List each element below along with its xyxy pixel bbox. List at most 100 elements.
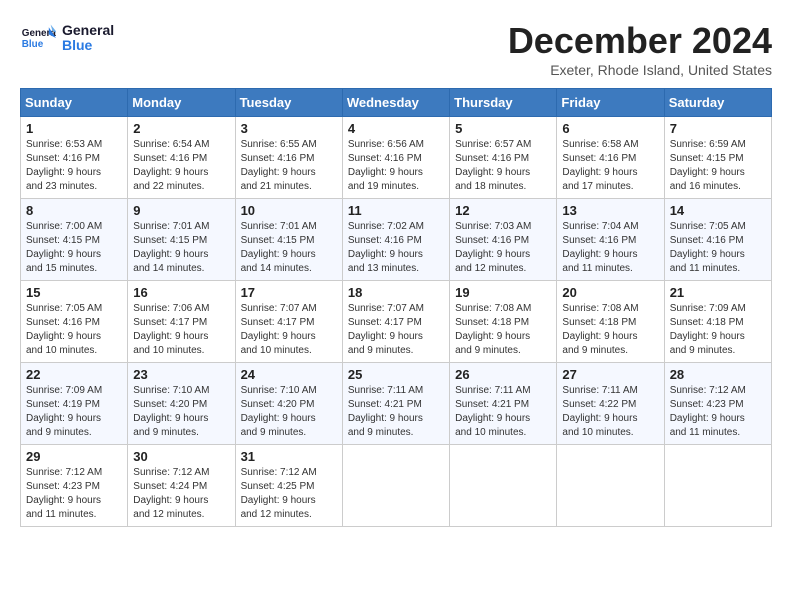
day-cell: 26 Sunrise: 7:11 AM Sunset: 4:21 PM Dayli…	[450, 363, 557, 445]
day-cell: 23Sunrise: 7:10 AM Sunset: 4:20 PM Dayli…	[128, 363, 235, 445]
day-info: Sunrise: 7:05 AM Sunset: 4:16 PM Dayligh…	[670, 220, 766, 276]
week-row-1: 1 Sunrise: 6:53 AM Sunset: 4:16 PM Daylig…	[21, 117, 772, 199]
calendar-body: 1 Sunrise: 6:53 AM Sunset: 4:16 PM Daylig…	[21, 117, 772, 527]
day-cell: 19 Sunrise: 7:08 AM Sunset: 4:18 PM Dayli…	[450, 281, 557, 363]
day-cell: 24 Sunrise: 7:10 AM Sunset: 4:20 PM Dayli…	[235, 363, 342, 445]
day-info: Sunrise: 7:12 AM Sunset: 4:23 PM Dayligh…	[670, 384, 766, 440]
day-cell: 20Sunrise: 7:08 AM Sunset: 4:18 PM Dayli…	[557, 281, 664, 363]
day-info: Sunrise: 7:10 AM Sunset: 4:20 PM Dayligh…	[241, 384, 337, 440]
day-info: Sunrise: 7:04 AM Sunset: 4:16 PM Dayligh…	[562, 220, 658, 276]
day-number: 18	[348, 285, 444, 300]
day-info: Sunrise: 7:09 AM Sunset: 4:18 PM Dayligh…	[670, 302, 766, 358]
day-info: Sunrise: 6:54 AM Sunset: 4:16 PM Dayligh…	[133, 138, 229, 194]
day-info: Sunrise: 7:03 AM Sunset: 4:16 PM Dayligh…	[455, 220, 551, 276]
day-number: 3	[241, 121, 337, 136]
day-cell: 5 Sunrise: 6:57 AM Sunset: 4:16 PM Daylig…	[450, 117, 557, 199]
day-cell: 12 Sunrise: 7:03 AM Sunset: 4:16 PM Dayli…	[450, 199, 557, 281]
day-cell	[342, 445, 449, 527]
day-number: 2	[133, 121, 229, 136]
logo-icon: General Blue	[20, 20, 56, 56]
header-row: SundayMondayTuesdayWednesdayThursdayFrid…	[21, 89, 772, 117]
day-number: 7	[670, 121, 766, 136]
day-cell: 3Sunrise: 6:55 AM Sunset: 4:16 PM Daylig…	[235, 117, 342, 199]
day-cell: 29 Sunrise: 7:12 AM Sunset: 4:23 PM Dayli…	[21, 445, 128, 527]
day-number: 4	[348, 121, 444, 136]
day-cell: 10 Sunrise: 7:01 AM Sunset: 4:15 PM Dayli…	[235, 199, 342, 281]
day-number: 9	[133, 203, 229, 218]
day-cell: 7Sunrise: 6:59 AM Sunset: 4:15 PM Daylig…	[664, 117, 771, 199]
day-info: Sunrise: 7:01 AM Sunset: 4:15 PM Dayligh…	[133, 220, 229, 276]
day-cell: 13Sunrise: 7:04 AM Sunset: 4:16 PM Dayli…	[557, 199, 664, 281]
day-info: Sunrise: 7:12 AM Sunset: 4:25 PM Dayligh…	[241, 466, 337, 522]
day-cell: 25 Sunrise: 7:11 AM Sunset: 4:21 PM Dayli…	[342, 363, 449, 445]
day-cell: 18Sunrise: 7:07 AM Sunset: 4:17 PM Dayli…	[342, 281, 449, 363]
logo-line1: General	[62, 23, 114, 38]
week-row-4: 22 Sunrise: 7:09 AM Sunset: 4:19 PM Dayli…	[21, 363, 772, 445]
day-info: Sunrise: 7:11 AM Sunset: 4:21 PM Dayligh…	[455, 384, 551, 440]
day-cell: 8 Sunrise: 7:00 AM Sunset: 4:15 PM Daylig…	[21, 199, 128, 281]
day-number: 29	[26, 449, 122, 464]
day-number: 16	[133, 285, 229, 300]
week-row-3: 15 Sunrise: 7:05 AM Sunset: 4:16 PM Dayli…	[21, 281, 772, 363]
header-cell-monday: Monday	[128, 89, 235, 117]
day-cell: 14Sunrise: 7:05 AM Sunset: 4:16 PM Dayli…	[664, 199, 771, 281]
day-info: Sunrise: 7:08 AM Sunset: 4:18 PM Dayligh…	[562, 302, 658, 358]
svg-text:Blue: Blue	[22, 39, 44, 50]
logo: General Blue General Blue	[20, 20, 114, 56]
day-info: Sunrise: 6:57 AM Sunset: 4:16 PM Dayligh…	[455, 138, 551, 194]
day-number: 31	[241, 449, 337, 464]
header-cell-wednesday: Wednesday	[342, 89, 449, 117]
day-number: 11	[348, 203, 444, 218]
day-number: 27	[562, 367, 658, 382]
day-info: Sunrise: 7:05 AM Sunset: 4:16 PM Dayligh…	[26, 302, 122, 358]
day-info: Sunrise: 6:58 AM Sunset: 4:16 PM Dayligh…	[562, 138, 658, 194]
day-cell: 6Sunrise: 6:58 AM Sunset: 4:16 PM Daylig…	[557, 117, 664, 199]
day-info: Sunrise: 7:00 AM Sunset: 4:15 PM Dayligh…	[26, 220, 122, 276]
day-number: 25	[348, 367, 444, 382]
day-info: Sunrise: 7:11 AM Sunset: 4:21 PM Dayligh…	[348, 384, 444, 440]
day-number: 24	[241, 367, 337, 382]
day-number: 22	[26, 367, 122, 382]
header-cell-sunday: Sunday	[21, 89, 128, 117]
header-cell-friday: Friday	[557, 89, 664, 117]
page-header: General Blue General Blue December 2024 …	[20, 20, 772, 78]
day-info: Sunrise: 7:02 AM Sunset: 4:16 PM Dayligh…	[348, 220, 444, 276]
header-cell-tuesday: Tuesday	[235, 89, 342, 117]
day-cell: 16Sunrise: 7:06 AM Sunset: 4:17 PM Dayli…	[128, 281, 235, 363]
day-info: Sunrise: 7:08 AM Sunset: 4:18 PM Dayligh…	[455, 302, 551, 358]
day-cell: 22 Sunrise: 7:09 AM Sunset: 4:19 PM Dayli…	[21, 363, 128, 445]
day-cell: 4Sunrise: 6:56 AM Sunset: 4:16 PM Daylig…	[342, 117, 449, 199]
day-number: 1	[26, 121, 122, 136]
header-cell-saturday: Saturday	[664, 89, 771, 117]
day-cell: 11 Sunrise: 7:02 AM Sunset: 4:16 PM Dayli…	[342, 199, 449, 281]
day-number: 10	[241, 203, 337, 218]
title-area: December 2024 Exeter, Rhode Island, Unit…	[508, 20, 772, 78]
calendar-table: SundayMondayTuesdayWednesdayThursdayFrid…	[20, 88, 772, 527]
location-label: Exeter, Rhode Island, United States	[508, 62, 772, 78]
day-info: Sunrise: 7:12 AM Sunset: 4:23 PM Dayligh…	[26, 466, 122, 522]
logo-line2: Blue	[62, 38, 114, 53]
day-cell: 17 Sunrise: 7:07 AM Sunset: 4:17 PM Dayli…	[235, 281, 342, 363]
day-info: Sunrise: 6:53 AM Sunset: 4:16 PM Dayligh…	[26, 138, 122, 194]
week-row-2: 8 Sunrise: 7:00 AM Sunset: 4:15 PM Daylig…	[21, 199, 772, 281]
day-number: 5	[455, 121, 551, 136]
day-number: 26	[455, 367, 551, 382]
day-info: Sunrise: 7:11 AM Sunset: 4:22 PM Dayligh…	[562, 384, 658, 440]
day-info: Sunrise: 7:01 AM Sunset: 4:15 PM Dayligh…	[241, 220, 337, 276]
day-number: 8	[26, 203, 122, 218]
day-number: 12	[455, 203, 551, 218]
day-number: 23	[133, 367, 229, 382]
day-cell: 15 Sunrise: 7:05 AM Sunset: 4:16 PM Dayli…	[21, 281, 128, 363]
day-info: Sunrise: 7:12 AM Sunset: 4:24 PM Dayligh…	[133, 466, 229, 522]
day-cell: 28Sunrise: 7:12 AM Sunset: 4:23 PM Dayli…	[664, 363, 771, 445]
day-number: 15	[26, 285, 122, 300]
day-cell	[450, 445, 557, 527]
day-info: Sunrise: 7:09 AM Sunset: 4:19 PM Dayligh…	[26, 384, 122, 440]
day-number: 17	[241, 285, 337, 300]
day-number: 21	[670, 285, 766, 300]
day-info: Sunrise: 7:07 AM Sunset: 4:17 PM Dayligh…	[241, 302, 337, 358]
day-cell: 27 Sunrise: 7:11 AM Sunset: 4:22 PM Dayli…	[557, 363, 664, 445]
day-number: 19	[455, 285, 551, 300]
week-row-5: 29 Sunrise: 7:12 AM Sunset: 4:23 PM Dayli…	[21, 445, 772, 527]
day-cell: 21 Sunrise: 7:09 AM Sunset: 4:18 PM Dayli…	[664, 281, 771, 363]
